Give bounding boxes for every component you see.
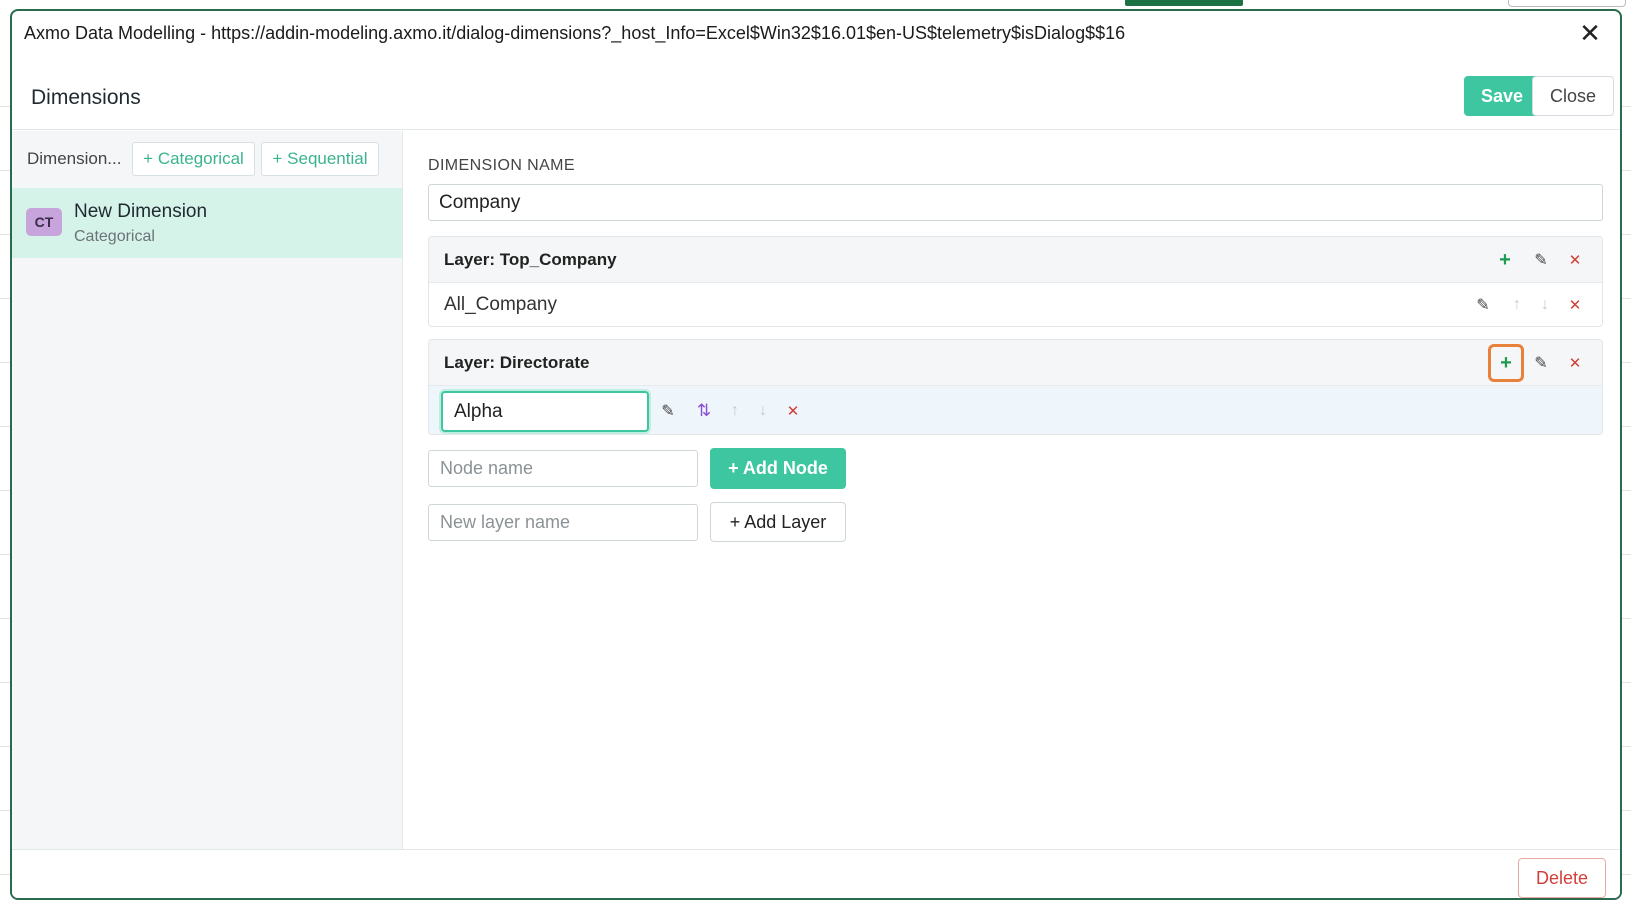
dimension-type-badge: CT <box>26 208 62 236</box>
add-node-icon[interactable]: + <box>1488 344 1524 382</box>
dimensions-dialog: Axmo Data Modelling - https://addin-mode… <box>10 9 1622 900</box>
background-topbar-box <box>1508 0 1626 7</box>
edit-pencil-icon[interactable]: ✎ <box>1528 350 1554 376</box>
arrow-up-icon[interactable]: ↑ <box>1504 292 1530 318</box>
delete-button[interactable]: Delete <box>1518 858 1606 898</box>
add-node-button[interactable]: + Add Node <box>710 448 846 489</box>
close-icon[interactable]: ✕ <box>1576 19 1604 47</box>
node-name-input[interactable] <box>428 450 698 487</box>
dimension-type: Categorical <box>74 228 155 245</box>
add-categorical-button[interactable]: + Categorical <box>132 142 255 176</box>
dimension-name: New Dimension <box>74 201 208 222</box>
arrow-down-icon[interactable]: ↓ <box>750 398 776 424</box>
dimension-name-label: DIMENSION NAME <box>428 157 575 174</box>
arrow-down-icon[interactable]: ↓ <box>1532 292 1558 318</box>
close-button[interactable]: Close <box>1532 76 1614 116</box>
background-active-tab-indicator <box>1125 0 1243 6</box>
edit-pencil-icon[interactable]: ✎ <box>1528 247 1554 273</box>
dialog-header: Dimensions Save Close <box>12 66 1620 130</box>
dimensions-sidebar: Dimension... + Categorical + Sequential … <box>12 131 403 849</box>
dimension-name-input[interactable] <box>428 184 1603 221</box>
window-title: Axmo Data Modelling - https://addin-mode… <box>24 22 1126 43</box>
window-titlebar: Axmo Data Modelling - https://addin-mode… <box>12 11 1620 55</box>
swap-order-icon[interactable]: ⇅ <box>691 398 717 424</box>
new-layer-name-input[interactable] <box>428 504 698 541</box>
dimension-editor: DIMENSION NAME Layer: Top_Company + ✎ ✕ … <box>404 131 1620 849</box>
save-button[interactable]: Save <box>1464 76 1540 116</box>
node-edit-row: ✎ ⇅ ↑ ↓ ✕ <box>429 386 1602 434</box>
dialog-footer: Delete <box>12 849 1620 898</box>
edit-pencil-icon[interactable]: ✎ <box>655 398 681 424</box>
layer-title: Layer: Directorate <box>444 353 590 372</box>
node-edit-input[interactable] <box>441 391 649 432</box>
edit-pencil-icon[interactable]: ✎ <box>1470 292 1496 318</box>
delete-x-icon[interactable]: ✕ <box>1562 350 1588 376</box>
delete-x-icon[interactable]: ✕ <box>1562 247 1588 273</box>
sidebar-label: Dimension... <box>27 149 122 168</box>
node-row: All_Company ✎ ↑ ↓ ✕ <box>429 283 1602 326</box>
add-layer-button[interactable]: + Add Layer <box>710 502 846 542</box>
layer-card-directorate: Layer: Directorate + ✎ ✕ ✎ ⇅ ↑ ↓ ✕ <box>428 339 1603 435</box>
sidebar-item-new-dimension[interactable]: CT New Dimension Categorical <box>12 188 402 258</box>
arrow-up-icon[interactable]: ↑ <box>722 398 748 424</box>
delete-x-icon[interactable]: ✕ <box>1562 292 1588 318</box>
page-title: Dimensions <box>31 86 141 109</box>
layer-title: Layer: Top_Company <box>444 250 617 269</box>
layer-header: Layer: Directorate + ✎ ✕ <box>429 340 1602 386</box>
delete-x-icon[interactable]: ✕ <box>780 398 806 424</box>
add-node-icon[interactable]: + <box>1492 247 1518 273</box>
layer-card-top-company: Layer: Top_Company + ✎ ✕ All_Company ✎ ↑… <box>428 236 1603 327</box>
layer-header: Layer: Top_Company + ✎ ✕ <box>429 237 1602 283</box>
add-sequential-button[interactable]: + Sequential <box>261 142 379 176</box>
node-name: All_Company <box>444 294 557 315</box>
